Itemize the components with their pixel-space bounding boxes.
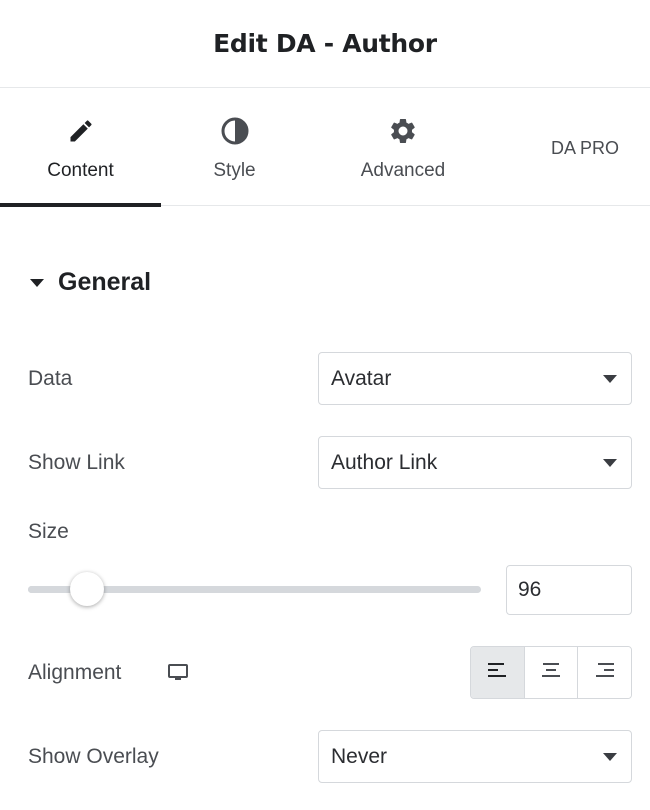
show-overlay-label: Show Overlay [28,745,159,768]
tab-advanced[interactable]: Advanced [323,88,483,205]
data-select[interactable]: Avatar [318,352,632,405]
align-left-button[interactable] [471,647,525,698]
tab-da-pro-label: DA PRO [550,138,620,158]
panel-title: Edit DA - Author [213,29,437,58]
tab-content-label: Content [47,160,114,181]
data-label: Data [28,367,73,390]
alignment-label: Alignment [28,661,122,684]
tab-bar: Content Style Advanced DA PRO [0,88,650,207]
align-left-icon [486,660,508,685]
alignment-button-group [470,646,632,699]
align-center-button[interactable] [524,647,579,698]
tab-style[interactable]: Style [161,88,308,205]
active-tab-indicator [0,203,161,207]
caret-down-icon [30,279,44,287]
chevron-down-icon [603,753,617,761]
chevron-down-icon [603,459,617,467]
gear-icon [387,115,419,147]
align-right-icon [594,660,616,685]
size-number-input[interactable] [506,565,632,615]
section-general-toggle[interactable]: General [30,268,151,297]
data-select-value: Avatar [331,367,392,390]
size-slider[interactable] [28,572,481,606]
section-title: General [58,268,152,296]
show-link-label: Show Link [28,451,125,474]
show-overlay-select[interactable]: Never [318,730,632,783]
tab-advanced-label: Advanced [360,160,446,181]
tab-da-pro[interactable]: DA PRO [520,88,650,205]
align-center-icon [540,660,562,685]
pencil-icon [65,115,97,147]
show-link-select-value: Author Link [331,451,438,474]
show-link-select[interactable]: Author Link [318,436,632,489]
tab-style-label: Style [213,160,256,181]
desktop-icon[interactable] [166,663,190,683]
half-circle-icon [219,115,251,147]
panel-header: Edit DA - Author [0,0,650,88]
chevron-down-icon [603,375,617,383]
size-slider-handle[interactable] [69,572,104,606]
show-overlay-select-value: Never [331,745,388,768]
tab-content[interactable]: Content [0,88,161,207]
size-label: Size [28,520,69,543]
align-right-button[interactable] [578,647,631,698]
